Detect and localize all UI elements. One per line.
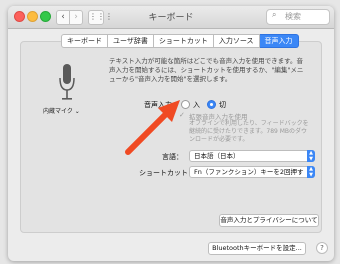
popup-stepper-icon: ▲ ▼ bbox=[307, 166, 315, 178]
microphone-source-popup[interactable]: 内蔵マイク ⌄ bbox=[43, 106, 80, 115]
language-popup[interactable]: 日本語（日本） ▲ ▼ bbox=[189, 150, 315, 162]
dictation-on-label: 入 bbox=[193, 101, 200, 109]
dictation-off-radio[interactable] bbox=[207, 100, 216, 109]
dictation-description: テキスト入力が可能な箇所はどこでも音声入力を使用できます。音声入力を開始するには… bbox=[109, 57, 304, 83]
help-button[interactable]: ? bbox=[316, 242, 328, 254]
tab-bar: キーボード ユーザ辞書 ショートカット 入力ソース 音声入力 bbox=[61, 34, 299, 48]
search-field[interactable]: ⌕ 検索 bbox=[266, 9, 330, 25]
enhanced-dictation-desc: オフラインで利用したり、フィードバックを継続的に受けたりできます。789 MBの… bbox=[189, 120, 309, 143]
tab-input-sources[interactable]: 入力ソース bbox=[213, 34, 260, 48]
search-icon: ⌕ bbox=[272, 10, 277, 19]
dictation-on-radio[interactable] bbox=[181, 100, 190, 109]
search-placeholder: 検索 bbox=[285, 12, 301, 21]
tab-shortcuts[interactable]: ショートカット bbox=[153, 34, 214, 48]
titlebar: ‹ › ⋮⋮⋮ キーボード ⌕ 検索 bbox=[8, 6, 334, 29]
shortcut-popup[interactable]: Fn（ファンクション）キーを2回押す ▲ ▼ bbox=[189, 166, 315, 178]
tab-dictation[interactable]: 音声入力 bbox=[259, 34, 299, 48]
tab-user-dictionary[interactable]: ユーザ辞書 bbox=[108, 34, 154, 48]
popup-stepper-icon: ▲ ▼ bbox=[307, 150, 315, 162]
privacy-button[interactable]: 音声入力とプライバシーについて bbox=[219, 214, 319, 227]
annotation-arrow-icon bbox=[125, 100, 180, 155]
shortcut-label: ショートカット： bbox=[139, 169, 195, 177]
microphone-icon bbox=[59, 64, 75, 100]
shortcut-value: Fn（ファンクション）キーを2回押す bbox=[194, 168, 304, 176]
language-value: 日本語（日本） bbox=[194, 152, 240, 160]
dictation-off-label: 切 bbox=[219, 101, 226, 109]
tab-keyboard[interactable]: キーボード bbox=[61, 34, 108, 48]
bluetooth-keyboard-button[interactable]: Bluetoothキーボードを設定... bbox=[208, 242, 306, 255]
